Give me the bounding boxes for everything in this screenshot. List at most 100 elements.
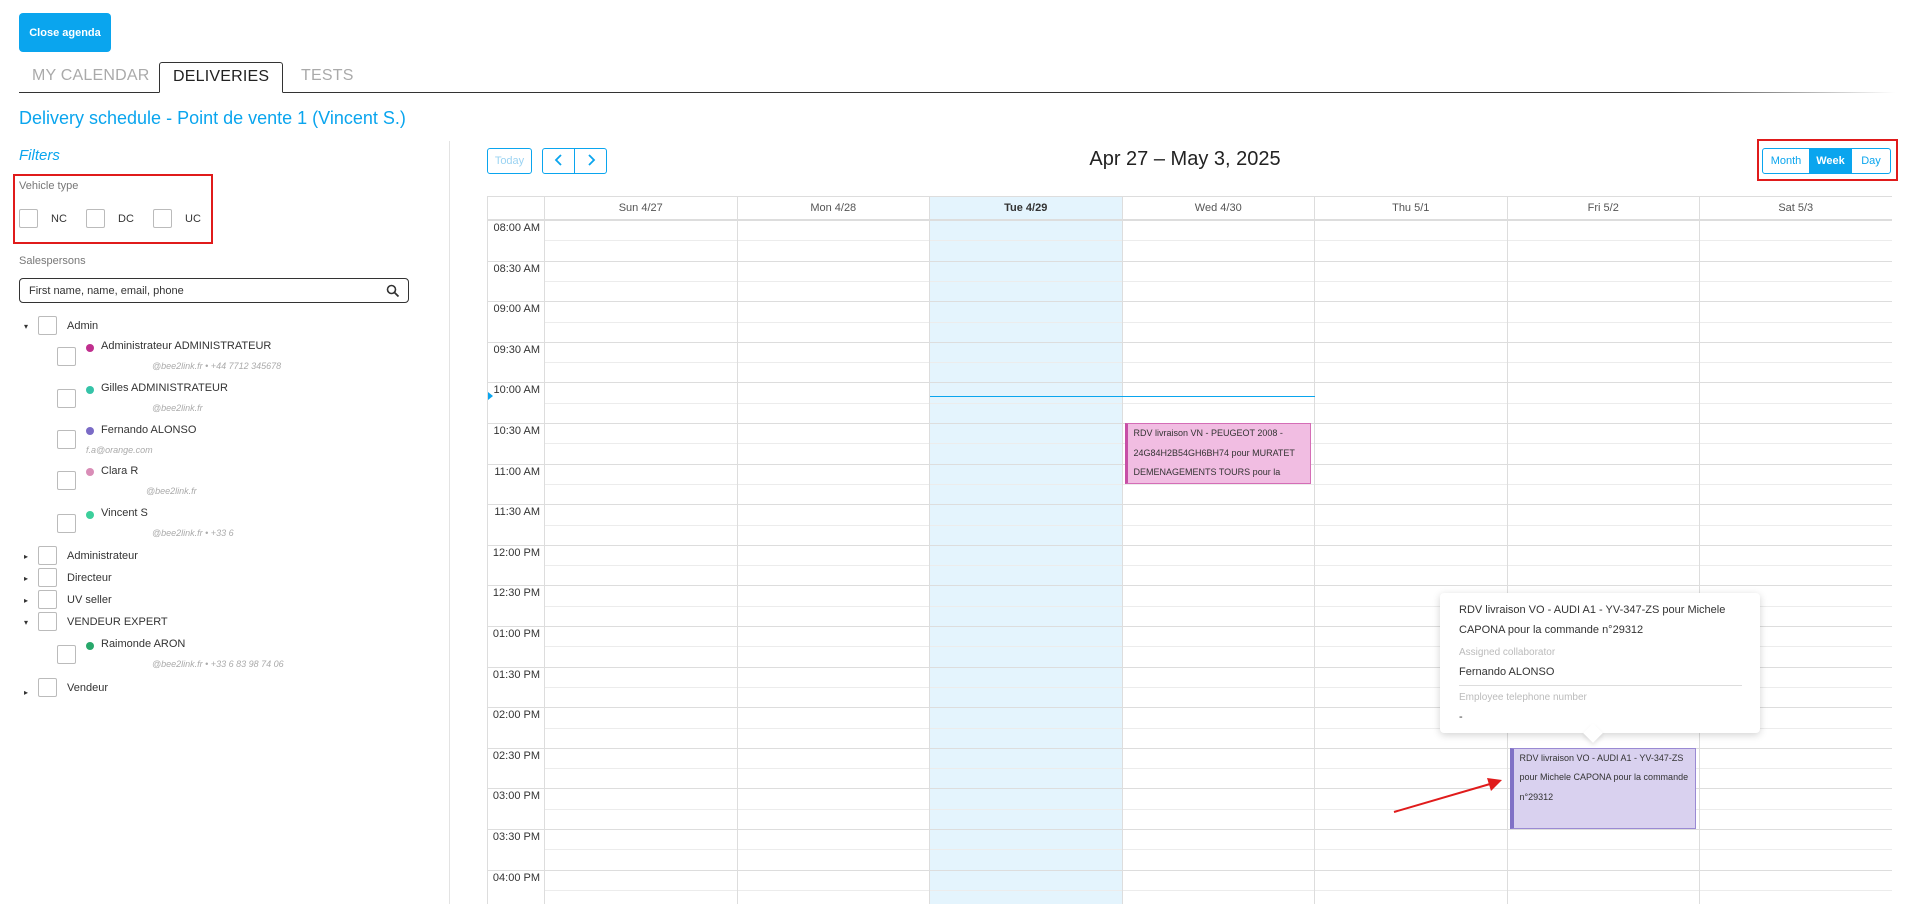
view-week-button[interactable]: Week: [1809, 148, 1852, 174]
person-checkbox[interactable]: [57, 430, 76, 449]
person-color-dot: [86, 344, 94, 352]
person-name: Vincent S: [101, 507, 148, 519]
collapse-admin-icon[interactable]: ▾: [24, 323, 32, 331]
time-header: [488, 197, 545, 220]
person-color-dot: [86, 511, 94, 519]
chevron-right-icon: [587, 153, 595, 166]
vehicle-type-label: Vehicle type: [19, 180, 79, 192]
time-label: 03:30 PM: [492, 831, 540, 843]
group-uv-seller-label: UV seller: [67, 594, 112, 606]
time-label: 08:30 AM: [493, 262, 540, 275]
slot-line: [488, 341, 1892, 343]
time-label: 11:30 AM: [494, 506, 540, 519]
calendar-event[interactable]: RDV livraison VN - PEUGEOT 2008 - 24G84H…: [1124, 423, 1311, 484]
vehicle-type-nc-checkbox[interactable]: [19, 209, 38, 228]
group-vendeur-checkbox[interactable]: [38, 678, 57, 697]
day-column-divider: [736, 197, 738, 904]
slot-half-line: [545, 321, 1892, 323]
time-label: 09:30 AM: [493, 343, 540, 356]
vehicle-type-uc-checkbox[interactable]: [153, 209, 172, 228]
telephone-value: -: [1459, 711, 1463, 723]
slot-half-line: [545, 280, 1892, 282]
prev-week-button[interactable]: [542, 148, 575, 174]
person-color-dot: [86, 642, 94, 650]
filters-title: Filters: [19, 147, 60, 164]
sidebar-divider: [449, 141, 450, 904]
group-directeur-checkbox[interactable]: [38, 568, 57, 587]
person-checkbox[interactable]: [57, 645, 76, 664]
expand-vendeur-icon[interactable]: ▸: [24, 689, 32, 697]
salesperson-search-input[interactable]: [29, 282, 369, 299]
time-label: 12:00 PM: [492, 546, 540, 559]
time-label: 10:00 AM: [493, 384, 540, 397]
person-name: Raimonde ARON: [101, 638, 186, 650]
vehicle-type-uc-label: UC: [185, 213, 201, 225]
time-label: 11:00 AM: [494, 465, 540, 478]
slot-line: [488, 544, 1892, 546]
annotation-arrow-icon: [1393, 778, 1502, 813]
slot-half-line: [545, 889, 1892, 891]
time-label: 01:30 PM: [492, 668, 540, 681]
time-label: 03:00 PM: [492, 790, 540, 803]
vehicle-type-dc-checkbox[interactable]: [86, 209, 105, 228]
slot-half-line: [545, 402, 1892, 404]
collapse-vendeur-expert-icon[interactable]: ▾: [24, 619, 32, 627]
person-name: Administrateur ADMINISTRATEUR: [101, 340, 272, 352]
expand-uv-seller-icon[interactable]: ▸: [24, 597, 32, 605]
group-vendeur-label: Vendeur: [67, 682, 108, 694]
day-header: Fri 5/2: [1507, 197, 1700, 220]
time-column-divider: [544, 197, 545, 904]
group-admin-checkbox[interactable]: [38, 316, 57, 335]
group-uv-seller-checkbox[interactable]: [38, 590, 57, 609]
day-column-divider: [1314, 197, 1315, 904]
expand-directeur-icon[interactable]: ▸: [24, 575, 32, 583]
time-label: 08:00 AM: [493, 222, 540, 234]
expand-administrateur-icon[interactable]: ▸: [24, 553, 32, 561]
person-checkbox[interactable]: [57, 514, 76, 533]
group-vendeur-expert-checkbox[interactable]: [38, 612, 57, 631]
view-month-button[interactable]: Month: [1762, 148, 1810, 174]
person-checkbox[interactable]: [57, 347, 76, 366]
person-checkbox[interactable]: [57, 471, 76, 490]
day-header: Tue 4/29: [930, 197, 1123, 220]
person-color-dot: [86, 427, 94, 435]
close-agenda-button[interactable]: Close agenda: [19, 13, 111, 52]
group-admin-label: Admin: [67, 320, 99, 332]
next-week-button[interactable]: [574, 148, 607, 174]
time-label: 02:00 PM: [492, 709, 540, 722]
person-info: @bee2link.fr • +33 6 83 98 74 06: [152, 659, 284, 669]
today-column-highlight: [930, 197, 1123, 904]
vehicle-type-nc-label: NC: [51, 213, 67, 225]
day-column-divider: [1891, 197, 1892, 904]
day-column-divider: [1121, 197, 1123, 904]
assigned-collaborator-label: Assigned collaborator: [1459, 647, 1556, 658]
slot-line: [488, 869, 1892, 871]
person-info: @bee2link.fr • +44 7712 345678: [152, 361, 282, 371]
day-column-divider: [1699, 197, 1700, 904]
slot-half-line: [545, 565, 1892, 567]
tab-my-calendar[interactable]: MY CALENDAR: [19, 62, 163, 93]
today-button[interactable]: Today: [487, 148, 532, 174]
calendar-event[interactable]: RDV livraison VO - AUDI A1 - YV-347-ZS p…: [1509, 747, 1696, 829]
group-vendeur-expert-label: VENDEUR EXPERT: [67, 616, 168, 628]
slot-line: [488, 585, 1892, 587]
slot-line: [488, 220, 1892, 221]
current-time-marker: [488, 391, 493, 400]
day-column-divider: [929, 197, 930, 904]
tooltip-divider: [1459, 685, 1742, 686]
view-day-button[interactable]: Day: [1851, 148, 1891, 174]
tab-deliveries[interactable]: DELIVERIES: [159, 62, 284, 93]
search-icon[interactable]: [386, 284, 400, 298]
tab-tests[interactable]: TESTS: [288, 62, 367, 93]
slot-half-line: [545, 849, 1892, 851]
group-administrateur-checkbox[interactable]: [38, 546, 57, 565]
group-directeur-label: Directeur: [67, 572, 112, 584]
slot-line: [488, 301, 1892, 303]
person-color-dot: [86, 468, 94, 476]
day-header: Thu 5/1: [1315, 197, 1508, 220]
page-title: Delivery schedule - Point de vente 1 (Vi…: [19, 108, 406, 128]
date-range-title: Apr 27 – May 3, 2025: [1089, 148, 1281, 170]
person-info: @bee2link.fr • +33 6: [152, 528, 234, 538]
salesperson-search: [19, 278, 409, 303]
person-checkbox[interactable]: [57, 389, 76, 408]
